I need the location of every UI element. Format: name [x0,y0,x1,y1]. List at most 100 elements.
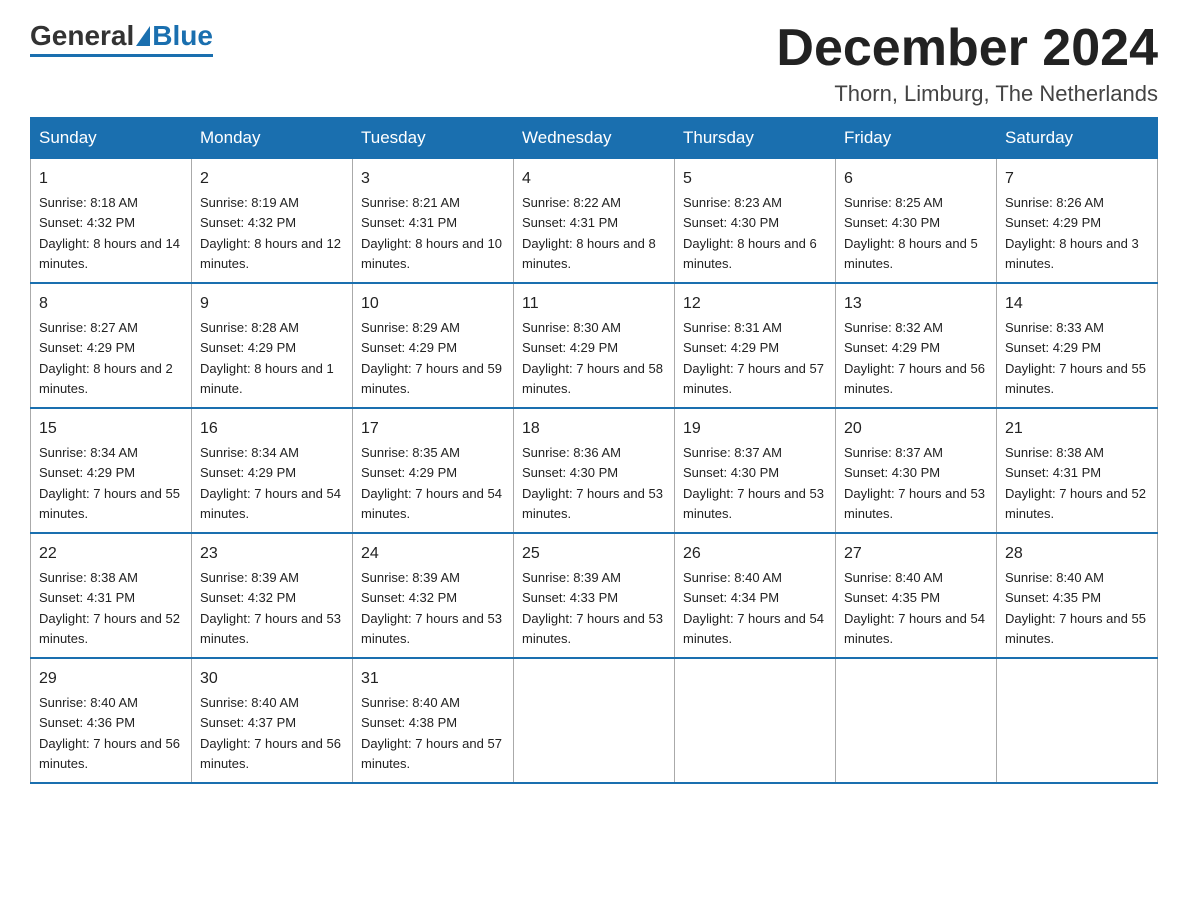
day-info: Sunrise: 8:37 AMSunset: 4:30 PMDaylight:… [683,445,824,521]
day-number: 25 [522,542,666,566]
day-info: Sunrise: 8:40 AMSunset: 4:34 PMDaylight:… [683,570,824,646]
calendar-cell: 3 Sunrise: 8:21 AMSunset: 4:31 PMDaylight… [353,159,514,284]
calendar-cell: 14Sunrise: 8:33 AMSunset: 4:29 PMDayligh… [997,283,1158,408]
title-block: December 2024 Thorn, Limburg, The Nether… [776,20,1158,107]
day-number: 19 [683,417,827,441]
calendar-cell: 9 Sunrise: 8:28 AMSunset: 4:29 PMDaylight… [192,283,353,408]
day-number: 5 [683,167,827,191]
logo-general-text: General [30,20,134,52]
day-info: Sunrise: 8:31 AMSunset: 4:29 PMDaylight:… [683,320,824,396]
calendar-cell: 4 Sunrise: 8:22 AMSunset: 4:31 PMDaylight… [514,159,675,284]
day-number: 30 [200,667,344,691]
column-header-sunday: Sunday [31,118,192,159]
day-info: Sunrise: 8:39 AMSunset: 4:33 PMDaylight:… [522,570,663,646]
column-header-thursday: Thursday [675,118,836,159]
calendar-cell: 27Sunrise: 8:40 AMSunset: 4:35 PMDayligh… [836,533,997,658]
calendar-cell: 21 Sunrise: 8:38 AMSunset: 4:31 PMDayligh… [997,408,1158,533]
day-number: 9 [200,292,344,316]
column-header-friday: Friday [836,118,997,159]
calendar-week-row: 8 Sunrise: 8:27 AMSunset: 4:29 PMDaylight… [31,283,1158,408]
calendar-cell: 13Sunrise: 8:32 AMSunset: 4:29 PMDayligh… [836,283,997,408]
calendar-cell: 1 Sunrise: 8:18 AMSunset: 4:32 PMDaylight… [31,159,192,284]
calendar-week-row: 22Sunrise: 8:38 AMSunset: 4:31 PMDayligh… [31,533,1158,658]
day-info: Sunrise: 8:37 AMSunset: 4:30 PMDaylight:… [844,445,985,521]
day-number: 26 [683,542,827,566]
day-number: 28 [1005,542,1149,566]
day-number: 13 [844,292,988,316]
calendar-cell: 15 Sunrise: 8:34 AMSunset: 4:29 PMDayligh… [31,408,192,533]
calendar-table: SundayMondayTuesdayWednesdayThursdayFrid… [30,117,1158,784]
day-info: Sunrise: 8:39 AMSunset: 4:32 PMDaylight:… [361,570,502,646]
day-info: Sunrise: 8:33 AMSunset: 4:29 PMDaylight:… [1005,320,1146,396]
day-info: Sunrise: 8:39 AMSunset: 4:32 PMDaylight:… [200,570,341,646]
day-info: Sunrise: 8:23 AMSunset: 4:30 PMDaylight:… [683,195,817,271]
calendar-cell: 6 Sunrise: 8:25 AMSunset: 4:30 PMDaylight… [836,159,997,284]
calendar-cell: 29 Sunrise: 8:40 AMSunset: 4:36 PMDayligh… [31,658,192,783]
day-info: Sunrise: 8:27 AMSunset: 4:29 PMDaylight:… [39,320,173,396]
day-info: Sunrise: 8:18 AMSunset: 4:32 PMDaylight:… [39,195,180,271]
day-number: 20 [844,417,988,441]
calendar-cell [836,658,997,783]
day-info: Sunrise: 8:40 AMSunset: 4:35 PMDaylight:… [1005,570,1146,646]
day-info: Sunrise: 8:40 AMSunset: 4:37 PMDaylight:… [200,695,341,771]
day-number: 7 [1005,167,1149,191]
day-info: Sunrise: 8:34 AMSunset: 4:29 PMDaylight:… [200,445,341,521]
day-info: Sunrise: 8:21 AMSunset: 4:31 PMDaylight:… [361,195,502,271]
day-number: 23 [200,542,344,566]
calendar-cell: 19 Sunrise: 8:37 AMSunset: 4:30 PMDayligh… [675,408,836,533]
day-number: 12 [683,292,827,316]
logo-triangle-icon [136,26,150,46]
day-number: 31 [361,667,505,691]
day-info: Sunrise: 8:28 AMSunset: 4:29 PMDaylight:… [200,320,334,396]
column-header-saturday: Saturday [997,118,1158,159]
day-info: Sunrise: 8:40 AMSunset: 4:36 PMDaylight:… [39,695,180,771]
calendar-cell [514,658,675,783]
calendar-cell [997,658,1158,783]
calendar-cell: 5 Sunrise: 8:23 AMSunset: 4:30 PMDaylight… [675,159,836,284]
day-number: 3 [361,167,505,191]
day-number: 29 [39,667,183,691]
calendar-cell: 18 Sunrise: 8:36 AMSunset: 4:30 PMDayligh… [514,408,675,533]
calendar-cell: 12 Sunrise: 8:31 AMSunset: 4:29 PMDayligh… [675,283,836,408]
day-info: Sunrise: 8:25 AMSunset: 4:30 PMDaylight:… [844,195,978,271]
day-number: 18 [522,417,666,441]
day-info: Sunrise: 8:19 AMSunset: 4:32 PMDaylight:… [200,195,341,271]
day-number: 4 [522,167,666,191]
calendar-cell: 16 Sunrise: 8:34 AMSunset: 4:29 PMDayligh… [192,408,353,533]
day-info: Sunrise: 8:36 AMSunset: 4:30 PMDaylight:… [522,445,663,521]
day-info: Sunrise: 8:34 AMSunset: 4:29 PMDaylight:… [39,445,180,521]
day-number: 15 [39,417,183,441]
day-number: 1 [39,167,183,191]
day-info: Sunrise: 8:22 AMSunset: 4:31 PMDaylight:… [522,195,656,271]
calendar-header-row: SundayMondayTuesdayWednesdayThursdayFrid… [31,118,1158,159]
day-info: Sunrise: 8:38 AMSunset: 4:31 PMDaylight:… [1005,445,1146,521]
day-number: 21 [1005,417,1149,441]
day-number: 16 [200,417,344,441]
calendar-cell: 22Sunrise: 8:38 AMSunset: 4:31 PMDayligh… [31,533,192,658]
day-number: 22 [39,542,183,566]
logo-underline [30,54,213,57]
calendar-cell: 10Sunrise: 8:29 AMSunset: 4:29 PMDayligh… [353,283,514,408]
calendar-cell: 2Sunrise: 8:19 AMSunset: 4:32 PMDaylight… [192,159,353,284]
day-info: Sunrise: 8:29 AMSunset: 4:29 PMDaylight:… [361,320,502,396]
calendar-cell: 30 Sunrise: 8:40 AMSunset: 4:37 PMDayligh… [192,658,353,783]
day-number: 17 [361,417,505,441]
calendar-cell: 8 Sunrise: 8:27 AMSunset: 4:29 PMDaylight… [31,283,192,408]
logo: General Blue [30,20,213,57]
calendar-cell [675,658,836,783]
page-header: General Blue December 2024 Thorn, Limbur… [30,20,1158,107]
calendar-cell: 24 Sunrise: 8:39 AMSunset: 4:32 PMDayligh… [353,533,514,658]
day-info: Sunrise: 8:40 AMSunset: 4:38 PMDaylight:… [361,695,502,771]
day-number: 8 [39,292,183,316]
calendar-cell: 31 Sunrise: 8:40 AMSunset: 4:38 PMDayligh… [353,658,514,783]
day-number: 24 [361,542,505,566]
calendar-cell: 11 Sunrise: 8:30 AMSunset: 4:29 PMDayligh… [514,283,675,408]
day-info: Sunrise: 8:30 AMSunset: 4:29 PMDaylight:… [522,320,663,396]
calendar-week-row: 29 Sunrise: 8:40 AMSunset: 4:36 PMDayligh… [31,658,1158,783]
calendar-cell: 20 Sunrise: 8:37 AMSunset: 4:30 PMDayligh… [836,408,997,533]
calendar-cell: 23 Sunrise: 8:39 AMSunset: 4:32 PMDayligh… [192,533,353,658]
day-number: 6 [844,167,988,191]
month-year-title: December 2024 [776,20,1158,77]
day-number: 11 [522,292,666,316]
calendar-week-row: 1 Sunrise: 8:18 AMSunset: 4:32 PMDaylight… [31,159,1158,284]
